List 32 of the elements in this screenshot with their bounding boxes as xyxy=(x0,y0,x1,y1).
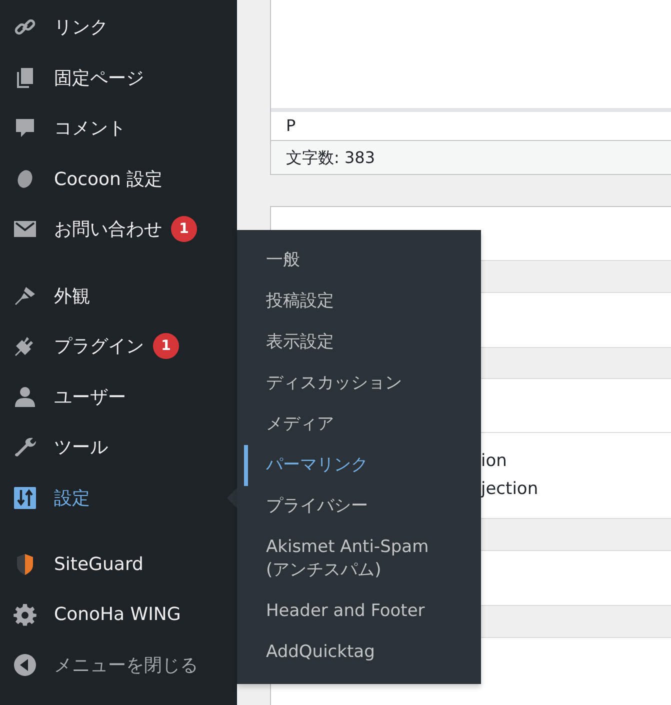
submenu-item[interactable]: パーマリンク xyxy=(244,445,481,486)
submenu-item[interactable]: プライバシー xyxy=(244,486,481,527)
notification-badge: 1 xyxy=(153,333,179,360)
submenu-item[interactable]: ディスカッション xyxy=(244,363,481,404)
submenu-item[interactable]: Header and Footer xyxy=(244,591,481,632)
gear-icon xyxy=(13,602,37,627)
menu-item[interactable]: ツール xyxy=(0,422,237,472)
menu-item[interactable]: ConoHa WING xyxy=(0,590,237,640)
submenu-item[interactable]: AddQuicktag xyxy=(244,632,481,673)
submenu-item[interactable]: Akismet Anti-Spam (アンチスパム) xyxy=(244,527,481,591)
submenu-item[interactable]: 一般 xyxy=(244,240,481,281)
user-icon xyxy=(13,384,37,409)
menu-item[interactable]: Cocoon 設定 xyxy=(0,154,237,204)
menu-item[interactable]: プラグイン 1 xyxy=(0,321,237,372)
menu-item[interactable]: お問い合わせ 1 xyxy=(0,204,237,254)
submenu-item[interactable]: 投稿設定 xyxy=(244,281,481,322)
menu-item[interactable]: SiteGuard xyxy=(0,539,237,590)
menu-item[interactable]: メニューを閉じる xyxy=(0,640,237,690)
option-label: ion xyxy=(481,450,508,473)
notification-badge: 1 xyxy=(171,216,197,242)
menu-item[interactable]: 外観 xyxy=(0,270,237,321)
menu-item[interactable]: ユーザー xyxy=(0,372,237,422)
submenu-item[interactable]: 表示設定 xyxy=(244,322,481,363)
back-icon xyxy=(13,653,37,678)
option-label: jection xyxy=(481,478,540,501)
menu-item[interactable]: コメント xyxy=(0,103,237,154)
settings-icon xyxy=(13,486,37,510)
word-count: 文字数: 383 xyxy=(271,141,671,175)
wrench-icon xyxy=(13,435,37,460)
menu-item[interactable]: 固定ページ xyxy=(0,52,237,103)
submenu-item[interactable]: メディア xyxy=(244,404,481,445)
menu-item[interactable]: リンク xyxy=(0,2,237,52)
